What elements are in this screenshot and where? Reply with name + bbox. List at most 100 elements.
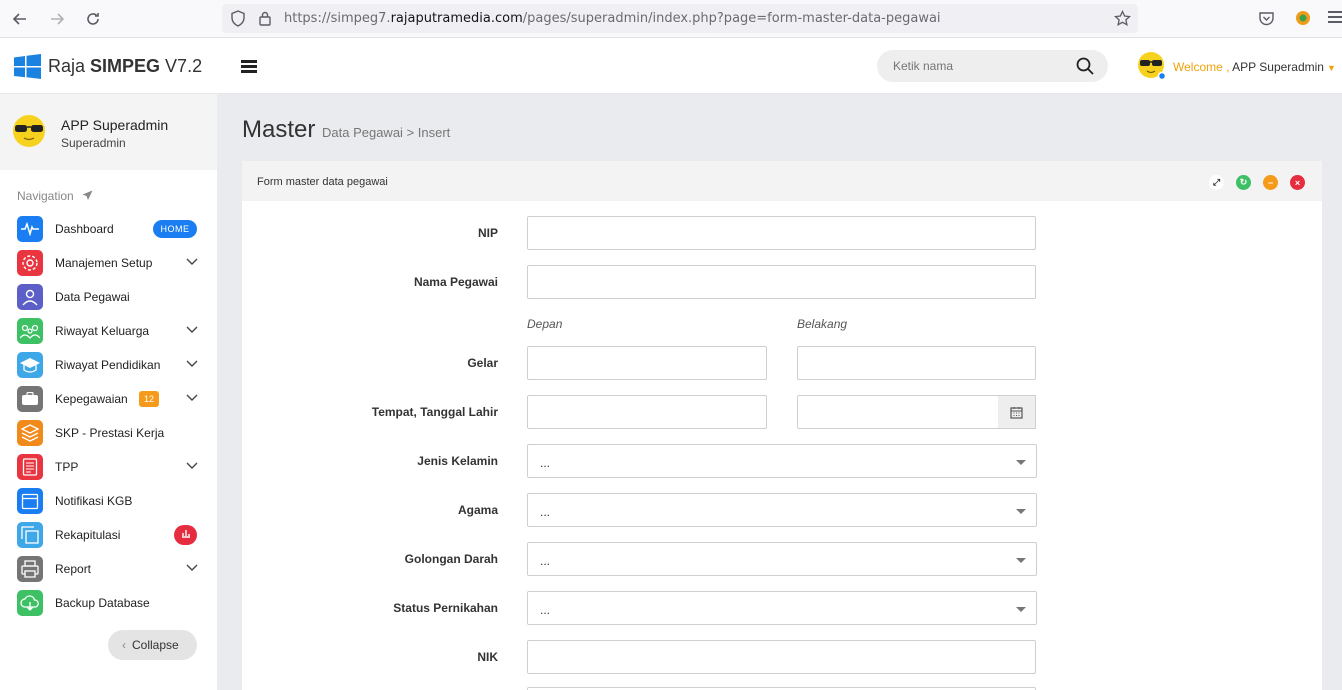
nama-pegawai-field[interactable] xyxy=(527,265,1036,299)
dropdown-arrow-icon xyxy=(1016,460,1026,465)
sidebar-item-rekapitulasi[interactable]: Rekapitulasi xyxy=(0,518,217,552)
profile-avatar xyxy=(13,115,45,147)
hamburger-menu-icon[interactable] xyxy=(241,60,257,73)
golongan-darah-select[interactable]: ... xyxy=(527,542,1037,576)
panel-header: Form master data pegawai ⤢ ↻ − × xyxy=(242,161,1322,201)
sidebar-item-kepegawaian[interactable]: Kepegawaian 12 xyxy=(0,382,217,416)
search-input[interactable] xyxy=(877,50,1108,82)
chevron-down-icon xyxy=(186,360,198,367)
user-icon xyxy=(17,284,43,310)
sidebar-item-skp-prestasi-kerja[interactable]: SKP - Prestasi Kerja xyxy=(0,416,217,450)
nik-field[interactable] xyxy=(527,640,1036,674)
navigation-title: Navigation xyxy=(17,189,93,203)
sidebar-item-label: Report xyxy=(55,562,92,576)
dropdown-arrow-icon xyxy=(1016,607,1026,612)
user-avatar[interactable] xyxy=(1137,51,1167,84)
chevron-down-icon xyxy=(186,462,198,469)
extension-icon[interactable] xyxy=(1294,9,1312,27)
collapse-button[interactable]: ‹ Collapse xyxy=(108,630,197,660)
nip-field[interactable] xyxy=(527,216,1036,250)
tanggal-lahir-field[interactable] xyxy=(797,395,999,429)
reload-icon xyxy=(87,13,99,25)
menu-icon[interactable] xyxy=(1328,11,1342,25)
sidebar-item-label: Kepegawaian xyxy=(55,392,128,406)
chevron-down-icon xyxy=(186,394,198,401)
star-icon[interactable] xyxy=(1114,10,1131,27)
refresh-icon[interactable]: ↻ xyxy=(1236,175,1251,190)
select-value: ... xyxy=(540,603,551,617)
select-value: ... xyxy=(540,456,551,470)
sidebar-item-riwayat-pendidikan[interactable]: Riwayat Pendidikan xyxy=(0,348,217,382)
tempat-lahir-field[interactable] xyxy=(527,395,767,429)
agama-label: Agama xyxy=(457,503,498,517)
arrow-right-icon xyxy=(51,13,65,25)
forward-button[interactable] xyxy=(46,8,68,30)
jenis-kelamin-select[interactable]: ... xyxy=(527,444,1037,478)
sidebar-item-report[interactable]: Report xyxy=(0,552,217,586)
collapse-label: Collapse xyxy=(132,638,179,652)
reload-button[interactable] xyxy=(82,8,104,30)
nip-label: NIP xyxy=(477,226,498,240)
briefcase-icon xyxy=(17,386,43,412)
minimize-icon[interactable]: − xyxy=(1263,175,1278,190)
expand-icon[interactable]: ⤢ xyxy=(1209,175,1224,190)
browser-toolbar: https://simpeg7.rajaputramedia.com/pages… xyxy=(0,0,1342,38)
golongan-darah-label: Golongan Darah xyxy=(404,552,498,566)
profile-role: Superadmin xyxy=(61,136,126,150)
sidebar-item-label: Data Pegawai xyxy=(55,290,130,304)
select-value: ... xyxy=(540,505,551,519)
nama-pegawai-label: Nama Pegawai xyxy=(413,275,498,289)
tempat-tanggal-lahir-label: Tempat, Tanggal Lahir xyxy=(371,405,498,419)
family-icon xyxy=(17,318,43,344)
copy-icon xyxy=(17,522,43,548)
sidebar-item-label: SKP - Prestasi Kerja xyxy=(55,426,165,440)
caret-down-icon: ▼ xyxy=(1326,63,1336,73)
paper-plane-icon xyxy=(82,190,93,200)
graduation-cap-icon xyxy=(17,352,43,378)
date-picker-button[interactable] xyxy=(998,395,1036,429)
chart-badge xyxy=(174,525,197,545)
sidebar-item-label: Backup Database xyxy=(55,596,150,610)
back-button[interactable] xyxy=(9,8,31,30)
sidebar-item-tpp[interactable]: TPP xyxy=(0,450,217,484)
status-pernikahan-label: Status Pernikahan xyxy=(393,601,498,615)
sidebar-item-riwayat-keluarga[interactable]: Riwayat Keluarga xyxy=(0,314,217,348)
welcome-user[interactable]: Welcome , APP Superadmin ▼ xyxy=(1173,60,1336,74)
profile-name: APP Superadmin xyxy=(61,117,169,133)
pocket-icon[interactable] xyxy=(1258,10,1275,27)
gelar-depan-field[interactable] xyxy=(527,346,767,380)
printer-icon xyxy=(17,556,43,582)
windows-logo-icon xyxy=(14,54,41,82)
dropdown-arrow-icon xyxy=(1016,509,1026,514)
sidebar-profile: APP Superadmin Superadmin xyxy=(0,94,217,170)
app-header: Raja SIMPEG V7.2 Welcome , APP Superadmi… xyxy=(0,38,1342,94)
status-pernikahan-select[interactable]: ... xyxy=(527,591,1037,625)
sidebar-item-data-pegawai[interactable]: Data Pegawai xyxy=(0,280,217,314)
gelar-belakang-sublabel: Belakang xyxy=(797,317,848,331)
sidebar-item-label: TPP xyxy=(55,460,79,474)
search-icon[interactable] xyxy=(1076,57,1094,75)
breadcrumb-item: Insert xyxy=(417,125,451,140)
breadcrumb-item[interactable]: Data Pegawai xyxy=(322,125,403,140)
chevron-down-icon xyxy=(186,564,198,571)
shield-icon xyxy=(231,10,245,27)
chevron-left-icon: ‹ xyxy=(122,638,126,652)
bar-chart-icon xyxy=(181,530,190,538)
form-panel: Form master data pegawai ⤢ ↻ − × NIP Nam… xyxy=(242,161,1322,690)
page-title: Master xyxy=(242,116,316,143)
agama-select[interactable]: ... xyxy=(527,493,1037,527)
calendar-icon xyxy=(17,488,43,514)
address-bar[interactable]: https://simpeg7.rajaputramedia.com/pages… xyxy=(222,4,1138,33)
nik-label: NIK xyxy=(477,650,498,664)
dropdown-arrow-icon xyxy=(1016,558,1026,563)
lock-icon xyxy=(259,11,271,26)
close-icon[interactable]: × xyxy=(1290,175,1305,190)
brand-name[interactable]: Raja SIMPEG V7.2 xyxy=(48,56,202,77)
sidebar-item-manajemen-setup[interactable]: Manajemen Setup xyxy=(0,246,217,280)
sidebar-item-dashboard[interactable]: Dashboard HOME xyxy=(0,212,217,246)
gelar-belakang-field[interactable] xyxy=(797,346,1036,380)
jenis-kelamin-label: Jenis Kelamin xyxy=(417,454,498,468)
sidebar-item-backup-database[interactable]: Backup Database xyxy=(0,586,217,620)
sidebar-item-notifikasi-kgb[interactable]: Notifikasi KGB xyxy=(0,484,217,518)
chevron-down-icon xyxy=(186,326,198,333)
